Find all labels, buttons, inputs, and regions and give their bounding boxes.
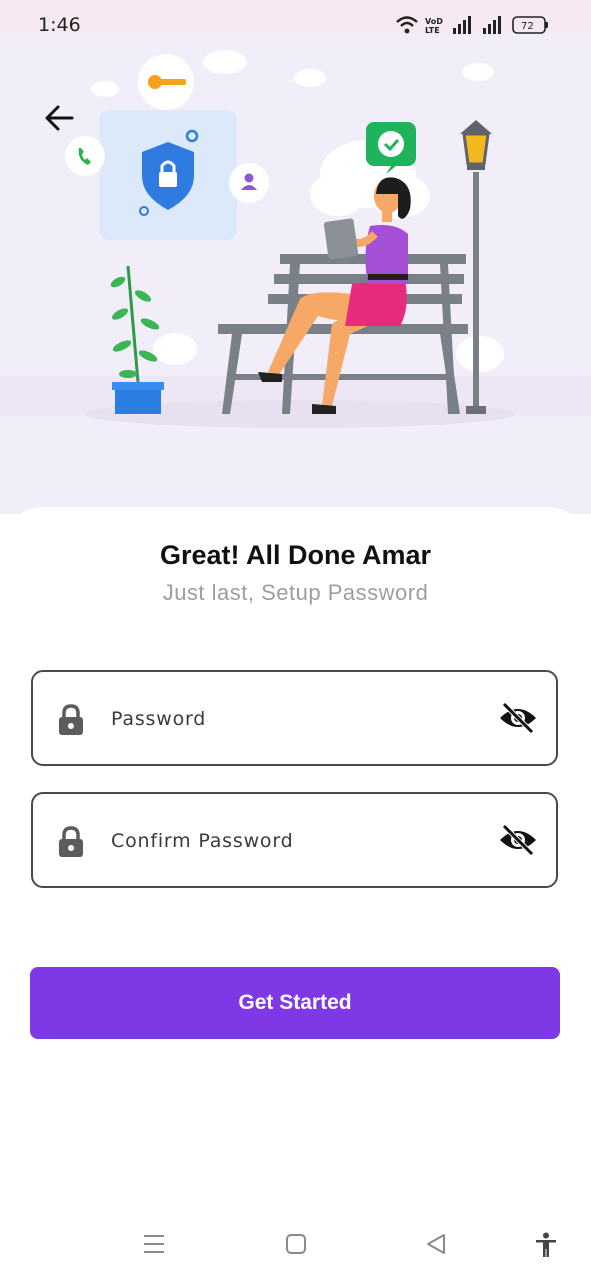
woman-on-bench-illustration <box>0 50 591 428</box>
signal-icon <box>453 16 471 34</box>
status-bar: 1:46 VoD LTE 72 <box>0 0 591 36</box>
confirm-password-field[interactable] <box>31 792 558 888</box>
plant-pot <box>110 265 164 414</box>
get-started-button[interactable]: Get Started <box>30 967 560 1039</box>
accessibility-icon[interactable] <box>534 1232 558 1258</box>
page-subtitle: Just last, Setup Password <box>162 580 429 605</box>
lock-icon <box>59 826 83 857</box>
wifi-icon <box>396 16 418 34</box>
back-icon[interactable] <box>425 1232 447 1256</box>
lock-icon <box>59 704 83 735</box>
battery-level: 72 <box>521 21 534 32</box>
system-nav-bar <box>0 1210 591 1280</box>
status-time: 1:46 <box>38 14 81 36</box>
menu-icon[interactable] <box>143 1232 165 1256</box>
signal-icon-2 <box>483 16 501 34</box>
home-icon[interactable] <box>285 1232 307 1256</box>
password-field[interactable] <box>31 670 558 766</box>
svg-text:VoD: VoD <box>425 17 443 26</box>
user-icon <box>244 173 254 183</box>
page-title: Great! All Done Amar <box>159 540 432 570</box>
eye-off-icon[interactable] <box>498 824 538 856</box>
volte-icon: VoD LTE <box>425 17 443 35</box>
back-button[interactable] <box>44 104 84 140</box>
form-sheet <box>0 507 591 1280</box>
eye-off-icon[interactable] <box>498 702 538 734</box>
password-input[interactable] <box>109 698 473 740</box>
hero-illustration <box>0 34 591 514</box>
arrow-left-icon <box>45 105 74 131</box>
confirm-password-input[interactable] <box>109 820 473 862</box>
battery-icon: 72 <box>512 16 548 34</box>
